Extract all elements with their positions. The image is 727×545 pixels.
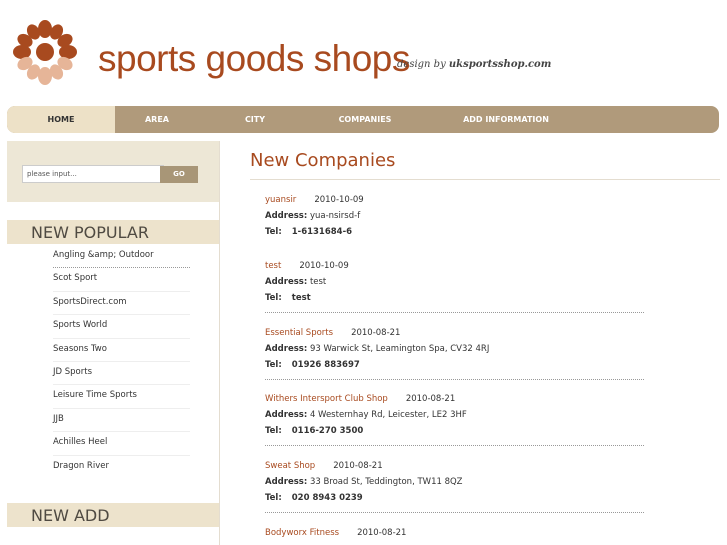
search-panel: GO [7,141,219,202]
nav-home[interactable]: HOME [7,106,115,133]
nav-add-information[interactable]: ADD INFORMATION [450,106,562,133]
entry-separator [265,379,644,380]
tel-label: Tel: [265,227,282,237]
company-tel: 0116-270 3500 [291,426,364,436]
new-popular-heading: NEW POPULAR [7,220,219,244]
list-item[interactable]: Seasons Two [53,339,190,362]
company-name-link[interactable]: Withers Intersport Club Shop [265,394,388,404]
company-name-link[interactable]: test [265,261,281,271]
entry-separator [265,512,644,513]
list-item[interactable]: Achilles Heel [53,432,190,456]
design-by-site-link[interactable]: uksportsshop.com [449,59,551,70]
list-item[interactable]: Sports World [53,315,190,339]
tel-label: Tel: [265,360,282,370]
list-item[interactable]: SportsDirect.com [53,292,190,316]
company-address: 4 Westernhay Rd, Leicester, LE2 3HF [309,410,467,420]
company-tel: 01926 883697 [291,360,360,370]
title-divider [250,179,720,180]
company-address: 33 Broad St, Teddington, TW11 8QZ [309,477,463,487]
tel-label: Tel: [265,426,282,436]
address-label: Address: [265,211,308,221]
company-name-link[interactable]: Essential Sports [265,328,333,338]
company-name-link[interactable]: Bodyworx Fitness [265,528,339,538]
page-title: New Companies [250,150,396,171]
company-date: 2010-08-21 [357,528,407,538]
address-label: Address: [265,344,308,354]
tel-label: Tel: [265,293,282,303]
search-input[interactable] [22,165,164,183]
company-date: 2010-08-21 [333,461,383,471]
new-add-heading: NEW ADD [7,503,219,527]
company-tel: 1-6131684-6 [291,227,353,237]
main-nav: HOME AREA CITY COMPANIES ADD INFORMATION [7,106,719,133]
company-date: 2010-10-09 [314,195,364,205]
list-item[interactable]: Leisure Time Sports [53,385,190,409]
company-tel: 020 8943 0239 [291,493,363,503]
address-label: Address: [265,410,308,420]
list-item[interactable]: JD Sports [53,362,190,386]
company-tel: test [291,293,311,303]
site-title[interactable]: sports goods shops [98,40,410,77]
entry-separator [265,312,644,313]
company-address: test [309,277,327,287]
design-by-credit: design by uksportsshop.com [397,59,552,70]
tel-label: Tel: [265,493,282,503]
list-item[interactable]: Scot Sport [53,268,190,292]
sidebar-divider [219,141,220,545]
list-item[interactable]: Angling &amp; Outdoor [53,245,190,269]
nav-city[interactable]: CITY [213,106,297,133]
address-label: Address: [265,477,308,487]
company-date: 2010-08-21 [405,394,456,404]
go-button[interactable]: GO [160,166,198,183]
company-address: yua-nsirsd-f [309,211,361,221]
company-date: 2010-08-21 [351,328,401,338]
company-date: 2010-10-09 [299,261,349,271]
flower-logo-icon[interactable] [5,12,85,92]
company-name-link[interactable]: Sweat Shop [265,461,315,471]
list-item[interactable]: Dragon River [53,456,190,479]
entry-separator [265,445,644,446]
company-name-link[interactable]: yuansir [265,195,296,205]
nav-area[interactable]: AREA [115,106,199,133]
popular-list: Angling &amp; Outdoor Scot Sport SportsD… [53,245,190,479]
address-label: Address: [265,277,308,287]
company-address: 93 Warwick St, Leamington Spa, CV32 4RJ [309,344,490,354]
list-item[interactable]: JJB [53,409,190,433]
nav-companies[interactable]: COMPANIES [320,106,410,133]
